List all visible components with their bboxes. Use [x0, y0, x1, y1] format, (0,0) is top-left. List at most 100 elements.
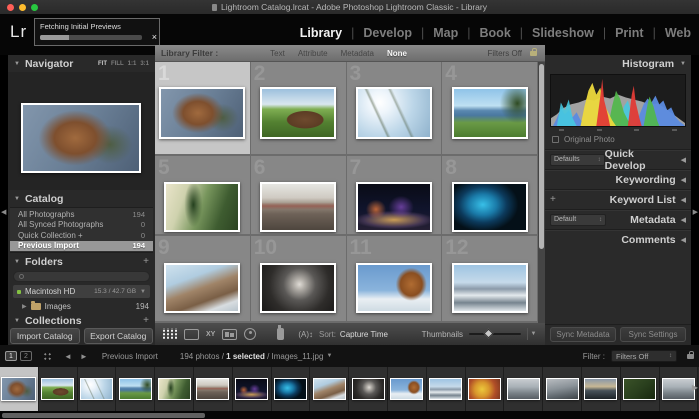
- photo-thumbnail-blue-abstract[interactable]: [452, 182, 528, 232]
- grid-cell-1[interactable]: 1: [155, 62, 251, 156]
- sort-direction-icon[interactable]: (A)↕: [298, 330, 313, 339]
- grid-scrollbar-thumb[interactable]: [539, 64, 544, 249]
- module-tab-book[interactable]: Book: [480, 26, 511, 40]
- sync-metadata-button[interactable]: Sync Metadata: [550, 327, 616, 342]
- painter-spray-icon[interactable]: [277, 328, 284, 340]
- chevron-down-icon[interactable]: ▼: [140, 289, 146, 295]
- photo-thumbnail-fantasy-warrior-artwork[interactable]: [159, 87, 245, 139]
- panel-section-comments[interactable]: Comments◀: [545, 229, 691, 249]
- grid-cell-6[interactable]: 6: [251, 156, 347, 236]
- catalog-item-all-synced-photographs[interactable]: All Synced Photographs0: [10, 220, 153, 231]
- collapse-right-panel-icon[interactable]: ▶: [693, 208, 698, 216]
- clipping-indicator[interactable]: [597, 129, 602, 131]
- filmstrip-filter-lock-icon[interactable]: [687, 354, 694, 359]
- go-back-icon[interactable]: ◄: [64, 352, 72, 361]
- compare-view-button[interactable]: XY: [206, 328, 215, 341]
- sort-value-dropdown[interactable]: Capture Time: [340, 330, 388, 339]
- clipping-indicator[interactable]: [559, 129, 564, 131]
- photo-thumbnail-rail-yard[interactable]: [260, 182, 336, 232]
- navigator-zoom-1-1[interactable]: 1:1: [128, 61, 137, 67]
- photo-thumbnail-city-skyline-night[interactable]: [356, 182, 432, 232]
- panel-section-metadata[interactable]: Default↕Metadata◀: [545, 209, 691, 229]
- navigator-header[interactable]: ▼ Navigator FITFILL1:13:1: [8, 55, 155, 72]
- navigator-preview-image[interactable]: [21, 103, 141, 173]
- grid-view-shortcut-icon[interactable]: [43, 352, 52, 361]
- grid-cell-3[interactable]: 3: [347, 62, 443, 156]
- histogram-header[interactable]: Histogram ▼: [545, 55, 691, 72]
- go-forward-icon[interactable]: ►: [80, 352, 88, 361]
- filmstrip-filter-dropdown[interactable]: Filters Off ↕: [611, 350, 677, 362]
- add-folder-icon[interactable]: +: [143, 256, 149, 267]
- panel-section-keywording[interactable]: Keywording◀: [545, 169, 691, 189]
- expand-triangle-icon[interactable]: ▶: [22, 303, 27, 310]
- navigator-zoom-fit[interactable]: FIT: [98, 61, 107, 67]
- grid-cell-8[interactable]: 8: [442, 156, 538, 236]
- thumbnails-slider[interactable]: [469, 333, 521, 335]
- grid-cell-5[interactable]: 5: [155, 156, 251, 236]
- filmstrip-frame-1[interactable]: [0, 367, 39, 411]
- add-keyword-icon[interactable]: +: [550, 194, 556, 205]
- grid-cell-4[interactable]: 4: [442, 62, 538, 156]
- filmstrip-frame-2[interactable]: [39, 367, 78, 411]
- grid-cell-2[interactable]: 2: [251, 62, 347, 156]
- filmstrip-frame-15[interactable]: [543, 367, 582, 411]
- filmstrip-frame-5[interactable]: [155, 367, 194, 411]
- filmstrip-frame-14[interactable]: [504, 367, 543, 411]
- preset-dropdown[interactable]: Defaults↕: [550, 154, 605, 166]
- photo-thumbnail-tiger-in-snow[interactable]: [356, 263, 432, 313]
- import-catalog-button[interactable]: Import Catalog: [10, 328, 80, 344]
- sync-settings-button[interactable]: Sync Settings: [620, 327, 686, 342]
- module-tab-print[interactable]: Print: [615, 26, 643, 40]
- photo-thumbnail-bw-portrait[interactable]: [260, 263, 336, 313]
- navigator-zoom-3-1[interactable]: 3:1: [140, 61, 149, 67]
- filter-lock-icon[interactable]: [530, 51, 537, 56]
- grid-cell-9[interactable]: 9: [155, 236, 251, 323]
- filter-option-metadata[interactable]: Metadata: [341, 49, 374, 58]
- module-tab-web[interactable]: Web: [665, 26, 691, 40]
- filmstrip-frame-12[interactable]: [427, 367, 466, 411]
- module-tab-library[interactable]: Library: [300, 26, 342, 40]
- expand-triangle-icon[interactable]: ◀: [681, 176, 686, 184]
- photo-thumbnail-foggy-coastline[interactable]: [164, 263, 240, 313]
- expand-triangle-icon[interactable]: ◀: [681, 236, 686, 244]
- filter-option-text[interactable]: Text: [270, 49, 285, 58]
- survey-view-button[interactable]: [222, 328, 237, 341]
- photo-thumbnail-misty-forest-valley[interactable]: [164, 182, 240, 232]
- filmstrip-frame-6[interactable]: [194, 367, 233, 411]
- current-source-label[interactable]: Previous Import: [102, 352, 158, 361]
- collapse-left-panel-icon[interactable]: ◀: [1, 208, 6, 216]
- toolbar-options-chevron-icon[interactable]: ▼: [527, 328, 539, 340]
- catalog-item-quick-collection[interactable]: Quick Collection +0: [10, 230, 153, 241]
- expand-triangle-icon[interactable]: ◀: [681, 156, 686, 164]
- navigator-zoom-fill[interactable]: FILL: [111, 61, 124, 67]
- source-menu-chevron-icon[interactable]: ▼: [326, 353, 332, 359]
- filmstrip-frame-4[interactable]: [116, 367, 155, 411]
- photo-thumbnail-lake-shore[interactable]: [452, 87, 528, 139]
- filmstrip-scroll-right-icon[interactable]: ▶: [692, 383, 698, 392]
- grid-cell-11[interactable]: 11: [347, 236, 443, 323]
- preset-dropdown[interactable]: Default↕: [550, 214, 606, 226]
- folders-header[interactable]: ▼ Folders +: [8, 253, 155, 270]
- cancel-task-icon[interactable]: ×: [152, 33, 157, 42]
- second-window-button[interactable]: 2: [20, 351, 32, 361]
- filmstrip-frame-8[interactable]: [272, 367, 311, 411]
- photo-thumbnail-sun-through-blossoms[interactable]: [356, 87, 432, 139]
- histogram-chart[interactable]: [550, 74, 686, 127]
- volume-row-macintosh-hd[interactable]: Macintosh HD 15.3 / 42.7 GB ▼: [13, 285, 150, 298]
- catalog-item-previous-import[interactable]: Previous Import194: [10, 241, 153, 252]
- folder-item-images[interactable]: ▶ Images 194: [8, 300, 155, 312]
- grid-cell-7[interactable]: 7: [347, 156, 443, 236]
- clipping-indicator[interactable]: [634, 129, 639, 131]
- panel-section-quick-develop[interactable]: Defaults↕Quick Develop◀: [545, 149, 691, 169]
- filmstrip-frame-3[interactable]: [78, 367, 117, 411]
- filter-option-attribute[interactable]: Attribute: [298, 49, 328, 58]
- filmstrip-frame-13[interactable]: [466, 367, 505, 411]
- filmstrip-scrollbar[interactable]: [0, 411, 699, 419]
- folder-search-input[interactable]: [13, 271, 150, 282]
- photo-thumbnail-barn-in-meadow[interactable]: [260, 87, 336, 139]
- filter-preset-dropdown[interactable]: Filters Off: [487, 49, 522, 58]
- catalog-header[interactable]: ▼ Catalog: [8, 190, 155, 207]
- grid-scrollbar[interactable]: [538, 62, 545, 323]
- filmstrip-frame-11[interactable]: [388, 367, 427, 411]
- filmstrip-scrollbar-thumb[interactable]: [2, 413, 205, 418]
